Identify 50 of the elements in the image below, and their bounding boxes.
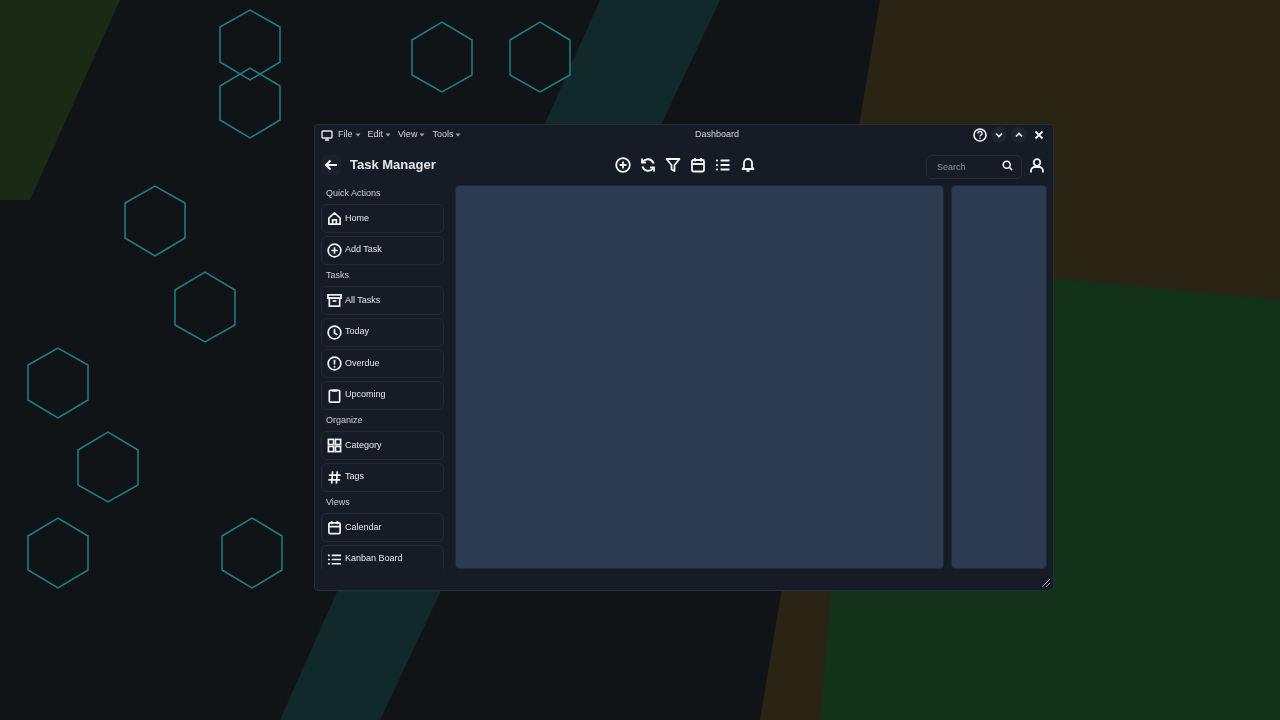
sidebar-item[interactable]: Category — [321, 431, 445, 460]
resize-grip-icon[interactable] — [1041, 578, 1051, 588]
caret-icon — [385, 133, 392, 137]
maximize-button[interactable] — [1011, 127, 1027, 143]
sidebar-item[interactable]: Home — [321, 204, 445, 233]
sidebar-item[interactable]: Calendar — [321, 513, 445, 542]
user-icon[interactable] — [1027, 155, 1047, 175]
hash-icon — [327, 469, 342, 485]
calendar-icon — [327, 520, 342, 535]
section-label: Tasks — [325, 269, 350, 282]
sidebar-item[interactable]: Overdue — [321, 349, 445, 378]
caret-icon — [354, 133, 361, 137]
sidebar-item[interactable]: Kanban Board — [321, 544, 445, 569]
chevron-up-icon — [1014, 130, 1024, 140]
caret-icon — [455, 133, 462, 137]
list-icon — [327, 551, 342, 567]
chevron-down-icon — [994, 130, 1004, 140]
sidebar-item[interactable]: Upcoming — [321, 380, 445, 410]
calendar-icon[interactable] — [688, 155, 707, 174]
back-button[interactable] — [321, 155, 341, 175]
section-label: Organize — [325, 414, 364, 427]
menu-item[interactable]: Edit — [367, 128, 392, 142]
sidebar-item[interactable]: Today — [321, 317, 445, 347]
search-icon[interactable] — [1002, 159, 1013, 171]
clipboard-icon — [327, 387, 342, 403]
section-label: Views — [325, 496, 351, 509]
menu-item[interactable]: Tools — [432, 128, 462, 142]
search-field[interactable]: Search — [926, 155, 1022, 179]
monitor-icon — [321, 129, 333, 141]
sidebar-item[interactable]: Add Task — [321, 235, 445, 265]
filter-icon[interactable] — [663, 155, 682, 174]
section-label: Quick Actions — [325, 187, 382, 200]
archive-box-icon — [327, 293, 342, 308]
close-icon — [1034, 130, 1044, 140]
clock-icon — [327, 324, 342, 340]
caret-icon — [419, 133, 426, 137]
add-icon[interactable] — [613, 155, 632, 174]
refresh-icon[interactable] — [638, 155, 657, 174]
window-title: Dashboard — [695, 128, 740, 142]
sidebar-item[interactable]: Tags — [321, 462, 445, 492]
sidebar-item[interactable]: All Tasks — [321, 286, 445, 315]
grid-icon — [327, 438, 342, 453]
minimize-button[interactable] — [991, 127, 1007, 143]
add-icon — [327, 242, 342, 258]
app-title: Task Manager — [350, 156, 436, 175]
home-icon — [327, 211, 342, 226]
menu-item[interactable]: File — [338, 128, 361, 142]
menu-item[interactable]: View — [398, 128, 426, 142]
alert-icon — [327, 356, 342, 371]
help-icon[interactable] — [973, 128, 987, 142]
